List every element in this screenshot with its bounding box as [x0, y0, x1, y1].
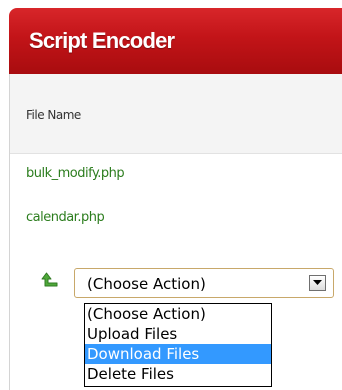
file-link[interactable]: calendar.php: [26, 210, 105, 225]
curved-up-left-arrow-icon: [40, 272, 60, 290]
column-header-file-name[interactable]: File Name: [26, 108, 81, 122]
panel-header: Script Encoder: [9, 8, 342, 74]
page-title: Script Encoder: [29, 28, 175, 53]
dropdown-option-upload-files[interactable]: Upload Files: [85, 324, 271, 344]
file-link[interactable]: bulk_modify.php: [26, 166, 125, 181]
action-select[interactable]: (Choose Action): [74, 268, 334, 298]
action-select-value: (Choose Action): [87, 275, 206, 293]
table-header: File Name: [10, 74, 342, 154]
table-row: bulk_modify.php: [10, 154, 342, 194]
dropdown-option-choose-action[interactable]: (Choose Action): [85, 304, 271, 324]
dropdown-option-delete-files[interactable]: Delete Files: [85, 364, 271, 384]
chevron-down-icon[interactable]: [309, 275, 326, 291]
table-row: calendar.php: [10, 198, 342, 238]
dropdown-option-download-files[interactable]: Download Files: [85, 344, 271, 364]
script-encoder-panel: Script Encoder File Name bulk_modify.php…: [0, 0, 342, 390]
action-dropdown-list: (Choose Action) Upload Files Download Fi…: [84, 303, 272, 387]
